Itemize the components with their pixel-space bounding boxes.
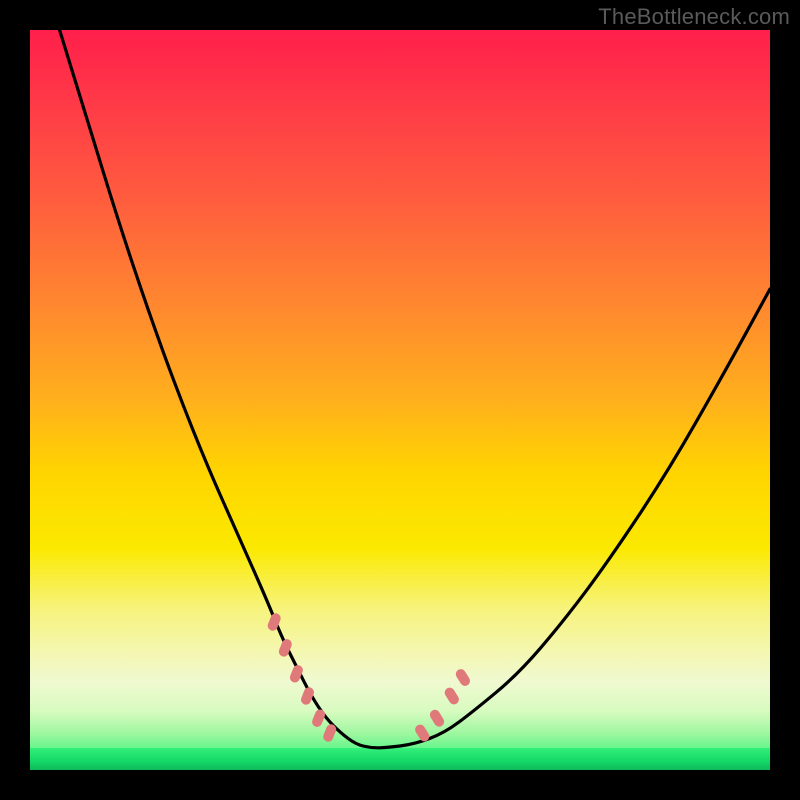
highlight-markers [266, 612, 472, 743]
marker-dot [311, 708, 327, 728]
watermark-text: TheBottleneck.com [598, 4, 790, 30]
marker-dot [454, 667, 472, 688]
curve-svg [30, 30, 770, 770]
bottleneck-curve [60, 30, 770, 748]
chart-frame: TheBottleneck.com [0, 0, 800, 800]
marker-dot [443, 686, 461, 707]
marker-dot [428, 708, 446, 729]
plot-area [30, 30, 770, 770]
